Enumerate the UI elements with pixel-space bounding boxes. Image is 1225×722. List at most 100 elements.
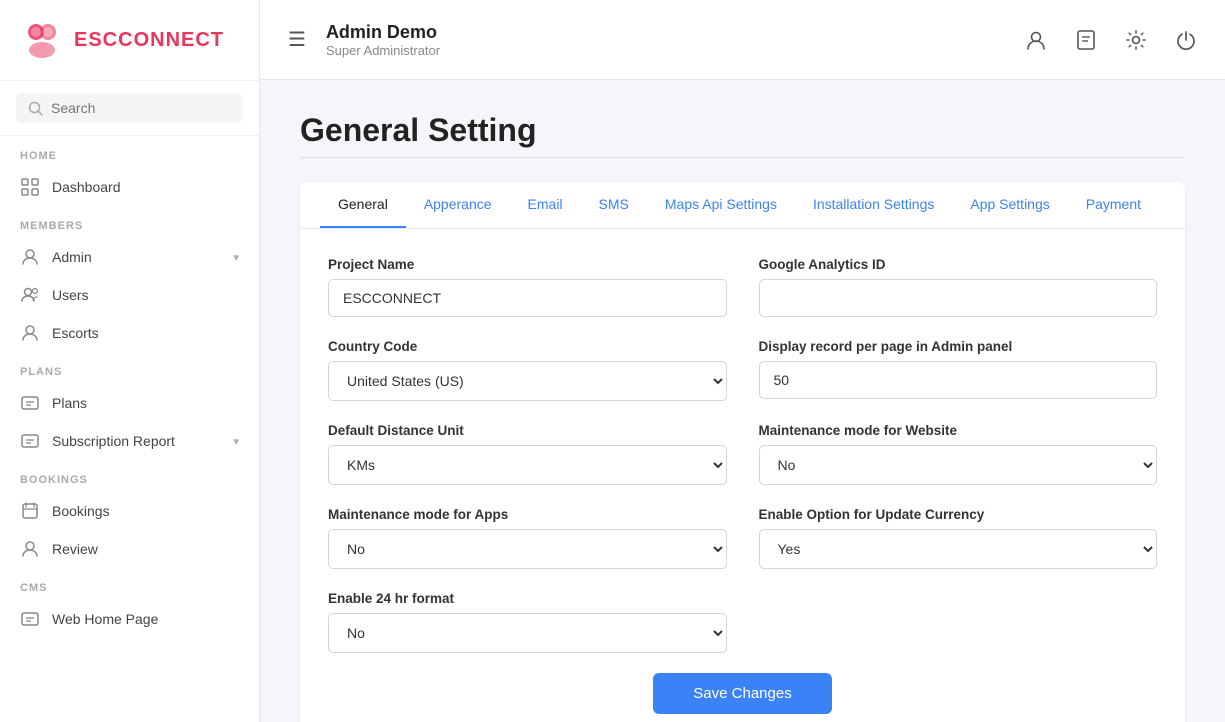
subscription-report-label: Subscription Report bbox=[52, 433, 221, 449]
admin-role: Super Administrator bbox=[326, 43, 440, 58]
dashboard-label: Dashboard bbox=[52, 179, 239, 195]
tab-sms[interactable]: SMS bbox=[581, 182, 647, 228]
country-code-select[interactable]: United States (US) United Kingdom (UK) C… bbox=[328, 361, 727, 401]
topbar-left: ☰ Admin Demo Super Administrator bbox=[284, 22, 440, 58]
settings-card: General Apperance Email SMS Maps Api Set… bbox=[300, 182, 1185, 722]
search-area bbox=[0, 81, 259, 136]
tab-email[interactable]: Email bbox=[510, 182, 581, 228]
admin-name: Admin Demo bbox=[326, 22, 440, 43]
sidebar-item-bookings[interactable]: Bookings bbox=[0, 492, 259, 530]
power-button[interactable] bbox=[1171, 25, 1201, 55]
cms-icon bbox=[20, 609, 40, 629]
page-title: General Setting bbox=[300, 112, 1185, 149]
subscription-arrow: ▾ bbox=[233, 435, 239, 448]
section-label-bookings: BOOKINGS bbox=[0, 460, 259, 492]
save-changes-button[interactable]: Save Changes bbox=[653, 673, 831, 714]
project-name-group: Project Name bbox=[328, 257, 727, 317]
maintenance-apps-select[interactable]: No Yes bbox=[328, 529, 727, 569]
records-per-page-group: Display record per page in Admin panel bbox=[759, 339, 1158, 401]
sidebar-item-review[interactable]: Review bbox=[0, 530, 259, 568]
distance-unit-group: Default Distance Unit KMs Miles bbox=[328, 423, 727, 485]
maintenance-website-label: Maintenance mode for Website bbox=[759, 423, 1158, 438]
sidebar-item-dashboard[interactable]: Dashboard bbox=[0, 168, 259, 206]
notes-icon bbox=[1075, 29, 1097, 51]
sidebar-item-users[interactable]: Users bbox=[0, 276, 259, 314]
sidebar-item-web-home-page[interactable]: Web Home Page bbox=[0, 600, 259, 638]
escort-icon bbox=[20, 323, 40, 343]
logo-icon bbox=[20, 18, 64, 62]
project-name-input[interactable] bbox=[328, 279, 727, 317]
topbar-title: Admin Demo Super Administrator bbox=[326, 22, 440, 58]
update-currency-label: Enable Option for Update Currency bbox=[759, 507, 1158, 522]
tab-general[interactable]: General bbox=[320, 182, 406, 228]
plans-icon bbox=[20, 393, 40, 413]
web-home-page-label: Web Home Page bbox=[52, 611, 239, 627]
gear-icon bbox=[1125, 29, 1147, 51]
tabs-bar: General Apperance Email SMS Maps Api Set… bbox=[300, 182, 1185, 229]
hr-format-group: Enable 24 hr format No Yes bbox=[328, 591, 727, 653]
sidebar-item-plans[interactable]: Plans bbox=[0, 384, 259, 422]
distance-unit-label: Default Distance Unit bbox=[328, 423, 727, 438]
maintenance-apps-label: Maintenance mode for Apps bbox=[328, 507, 727, 522]
form-actions: Save Changes bbox=[328, 653, 1157, 722]
project-name-label: Project Name bbox=[328, 257, 727, 272]
users-icon bbox=[20, 285, 40, 305]
distance-unit-select[interactable]: KMs Miles bbox=[328, 445, 727, 485]
topbar: ☰ Admin Demo Super Administrator bbox=[260, 0, 1225, 80]
section-label-home: HOME bbox=[0, 136, 259, 168]
tab-installation[interactable]: Installation Settings bbox=[795, 182, 952, 228]
form-grid: Project Name Google Analytics ID Country… bbox=[328, 257, 1157, 653]
user-icon bbox=[20, 247, 40, 267]
profile-button[interactable] bbox=[1021, 25, 1051, 55]
google-analytics-group: Google Analytics ID bbox=[759, 257, 1158, 317]
google-analytics-input[interactable] bbox=[759, 279, 1158, 317]
bookings-label: Bookings bbox=[52, 503, 239, 519]
tab-app-settings[interactable]: App Settings bbox=[952, 182, 1067, 228]
update-currency-select[interactable]: Yes No bbox=[759, 529, 1158, 569]
title-divider bbox=[300, 157, 1185, 158]
section-label-cms: CMS bbox=[0, 568, 259, 600]
review-label: Review bbox=[52, 541, 239, 557]
settings-button[interactable] bbox=[1121, 25, 1151, 55]
sidebar-item-subscription-report[interactable]: Subscription Report ▾ bbox=[0, 422, 259, 460]
notes-button[interactable] bbox=[1071, 25, 1101, 55]
google-analytics-label: Google Analytics ID bbox=[759, 257, 1158, 272]
tab-appearance[interactable]: Apperance bbox=[406, 182, 510, 228]
admin-arrow: ▾ bbox=[233, 251, 239, 264]
maintenance-website-select[interactable]: No Yes bbox=[759, 445, 1158, 485]
country-code-group: Country Code United States (US) United K… bbox=[328, 339, 727, 401]
section-label-members: MEMBERS bbox=[0, 206, 259, 238]
records-per-page-label: Display record per page in Admin panel bbox=[759, 339, 1158, 354]
main-area: ☰ Admin Demo Super Administrator bbox=[260, 0, 1225, 722]
search-icon bbox=[28, 101, 43, 116]
sidebar-item-admin[interactable]: Admin ▾ bbox=[0, 238, 259, 276]
users-label: Users bbox=[52, 287, 239, 303]
tab-payment[interactable]: Payment bbox=[1068, 182, 1159, 228]
admin-label: Admin bbox=[52, 249, 221, 265]
user-topbar-icon bbox=[1025, 29, 1047, 51]
power-icon bbox=[1175, 29, 1197, 51]
hr-format-label: Enable 24 hr format bbox=[328, 591, 727, 606]
review-icon bbox=[20, 539, 40, 559]
records-per-page-input[interactable] bbox=[759, 361, 1158, 399]
escorts-label: Escorts bbox=[52, 325, 239, 341]
sidebar: ESCCONNECT HOME Dashboard MEMBERS bbox=[0, 0, 260, 722]
logo-text: ESCCONNECT bbox=[74, 29, 224, 52]
sidebar-item-escorts[interactable]: Escorts bbox=[0, 314, 259, 352]
maintenance-website-group: Maintenance mode for Website No Yes bbox=[759, 423, 1158, 485]
grid-icon bbox=[20, 177, 40, 197]
hr-format-select[interactable]: No Yes bbox=[328, 613, 727, 653]
form-area: Project Name Google Analytics ID Country… bbox=[300, 229, 1185, 722]
update-currency-group: Enable Option for Update Currency Yes No bbox=[759, 507, 1158, 569]
tab-maps-api[interactable]: Maps Api Settings bbox=[647, 182, 795, 228]
bookings-icon bbox=[20, 501, 40, 521]
plans-label: Plans bbox=[52, 395, 239, 411]
maintenance-apps-group: Maintenance mode for Apps No Yes bbox=[328, 507, 727, 569]
topbar-right bbox=[1021, 25, 1201, 55]
logo-area: ESCCONNECT bbox=[0, 0, 259, 81]
hamburger-button[interactable]: ☰ bbox=[284, 23, 310, 56]
country-code-label: Country Code bbox=[328, 339, 727, 354]
section-label-plans: PLANS bbox=[0, 352, 259, 384]
search-input[interactable] bbox=[51, 100, 231, 116]
page-content: General Setting General Apperance Email … bbox=[260, 80, 1225, 722]
